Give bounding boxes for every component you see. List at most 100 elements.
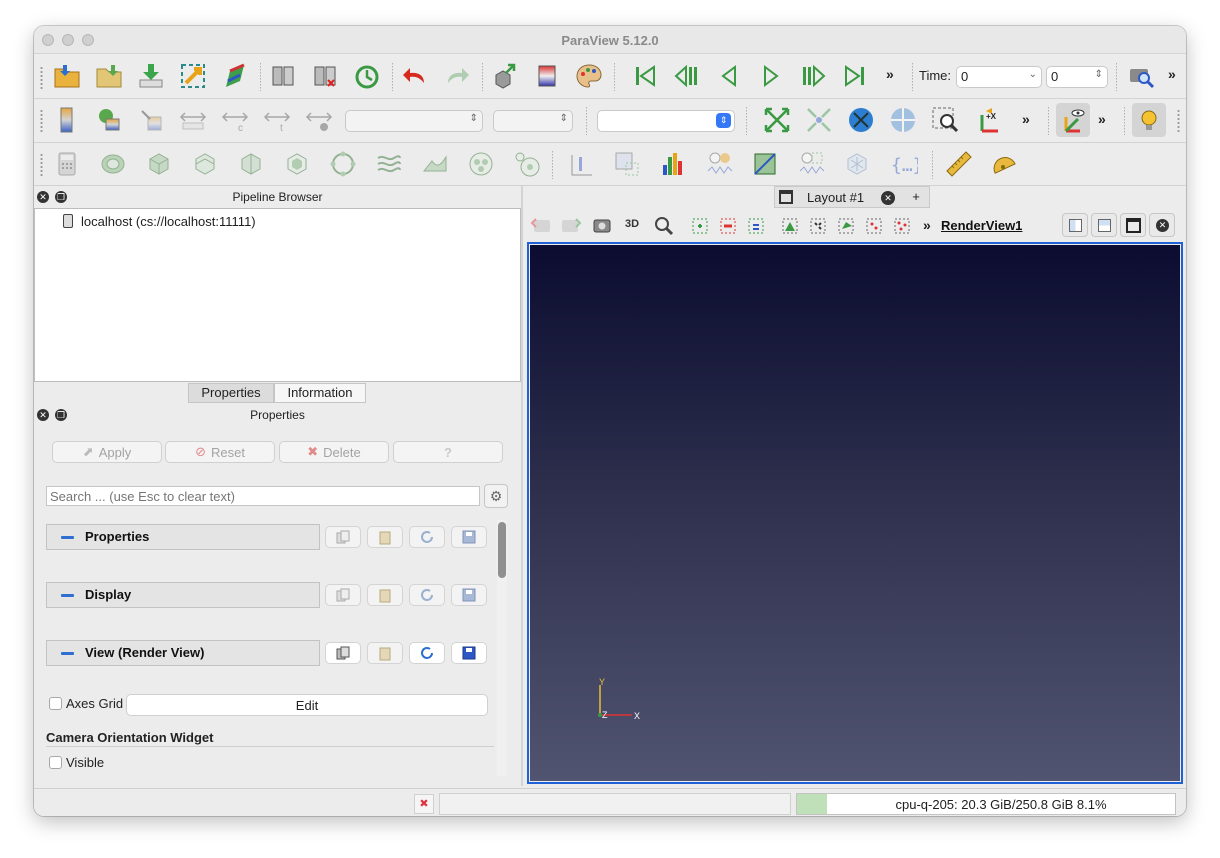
threshold-icon[interactable] [234,147,268,181]
play-backward-icon[interactable] [712,59,746,93]
zoom-to-box-icon[interactable] [886,103,920,137]
paste-display-button[interactable] [367,584,403,606]
rescale-temporal-icon[interactable]: t [260,103,294,137]
restore-defaults-button[interactable] [409,526,445,548]
connect-icon[interactable] [176,59,210,93]
float-panel-icon[interactable]: ❐ [55,409,67,421]
section-view[interactable]: View (Render View) [46,640,320,666]
rescale-custom-icon[interactable] [134,103,168,137]
clip-icon[interactable] [142,147,176,181]
rescale-custom-range-icon[interactable]: c [218,103,252,137]
time-value-combo[interactable]: 0 ⌄ [956,66,1042,88]
float-panel-icon[interactable]: ❐ [55,191,67,203]
close-view-icon[interactable]: ✕ [1149,213,1175,237]
glyph-icon[interactable] [326,147,360,181]
close-panel-icon[interactable]: ✕ [37,191,49,203]
copy-properties-button[interactable] [325,526,361,548]
light-kit-icon[interactable] [1132,103,1166,137]
toggle-3d-button[interactable]: 3D [625,218,639,230]
search-input[interactable] [46,486,480,506]
maximize-view-icon[interactable] [1120,213,1146,237]
ruler-icon[interactable] [942,147,976,181]
reset-session-icon[interactable] [350,59,384,93]
render-view[interactable]: Y X Z [527,242,1183,784]
save-display-defaults-button[interactable] [451,584,487,606]
rescale-data-icon[interactable] [92,103,126,137]
representation-selector[interactable]: ⇕ [597,110,735,132]
paste-properties-button[interactable] [367,526,403,548]
help-button[interactable]: ? [393,441,503,463]
paste-view-button[interactable] [367,642,403,664]
load-state-icon[interactable] [134,59,168,93]
reset-camera-icon[interactable] [760,103,794,137]
component-selector[interactable]: ⇕ [493,110,573,132]
zoom-to-data-icon[interactable] [802,103,836,137]
color-palette-icon[interactable] [572,59,606,93]
view-toolbar-overflow[interactable]: » [923,217,931,233]
select-points-icon[interactable] [739,209,773,243]
properties-scrollbar[interactable] [497,520,507,776]
rescale-visible-icon[interactable] [302,103,336,137]
restore-view-defaults-button[interactable] [409,642,445,664]
copy-display-button[interactable] [325,584,361,606]
server-entry[interactable]: localhost (cs://localhost:11111) [81,214,256,229]
time-index-spinbox[interactable]: 0 ⇕ [1046,66,1108,88]
visible-checkbox[interactable] [49,756,62,769]
reset-button[interactable]: ⊘ Reset [165,441,275,463]
slice-icon[interactable] [188,147,222,181]
next-frame-icon[interactable] [796,59,830,93]
delete-button[interactable]: ✖ Delete [279,441,389,463]
contour-icon[interactable] [96,147,130,181]
axes-grid-checkbox[interactable] [49,697,62,710]
gear-icon[interactable]: ⚙ [484,484,508,508]
rescale-range-icon[interactable] [176,103,210,137]
split-horizontal-icon[interactable] [1062,213,1088,237]
tab-information[interactable]: Information [274,383,366,403]
split-vertical-icon[interactable] [1091,213,1117,237]
recent-files-icon[interactable] [92,59,126,93]
warp-by-vector-icon[interactable] [418,147,452,181]
toolbar-overflow-4[interactable]: » [1098,111,1106,127]
render-canvas[interactable]: Y X Z [530,245,1180,781]
select-polygon-icon[interactable] [885,209,919,243]
python-macro-icon[interactable] [218,59,252,93]
color-map-icon[interactable] [50,103,84,137]
histogram-icon[interactable] [656,147,690,181]
plot-over-line-icon[interactable] [564,147,598,181]
show-center-icon[interactable] [1056,103,1090,137]
extract-level-icon[interactable] [510,147,544,181]
toolbar-overflow-2[interactable]: » [1168,66,1176,82]
variable-selector[interactable]: ⇕ [345,110,483,132]
axes-grid-edit-button[interactable]: Edit [126,694,488,716]
section-properties[interactable]: Properties [46,524,320,550]
zoom-closest-icon[interactable] [844,103,878,137]
redo-icon[interactable] [440,59,474,93]
restore-display-defaults-button[interactable] [409,584,445,606]
open-folder-icon[interactable] [50,59,84,93]
capture-screenshot-icon[interactable] [585,209,619,243]
catalyst-disconnect-icon[interactable] [308,59,342,93]
save-defaults-button[interactable] [451,526,487,548]
python-calculator-icon[interactable]: {…} [886,147,920,181]
find-data-icon[interactable] [1124,59,1158,93]
group-datasets-icon[interactable] [464,147,498,181]
close-layout-icon[interactable]: ✕ [881,191,895,205]
tab-properties[interactable]: Properties [188,383,274,403]
probe-location-icon[interactable] [610,147,644,181]
plot-selection-over-time-icon[interactable] [794,147,828,181]
close-panel-icon[interactable]: ✕ [37,409,49,421]
render-view-name[interactable]: RenderView1 [941,218,1022,233]
scrollbar-thumb[interactable] [498,522,506,578]
clear-status-icon[interactable]: ✖ [414,794,434,814]
change-input-icon[interactable] [488,59,522,93]
previous-frame-icon[interactable] [670,59,704,93]
zoom-box-icon[interactable] [928,103,962,137]
catalyst-connect-icon[interactable] [266,59,300,93]
color-legend-icon[interactable] [530,59,564,93]
calculator-icon[interactable] [50,147,84,181]
save-view-defaults-button[interactable] [451,642,487,664]
plot-over-time-icon[interactable] [748,147,782,181]
add-layout-button[interactable]: + [902,188,930,206]
copy-view-button[interactable] [325,642,361,664]
section-display[interactable]: Display [46,582,320,608]
